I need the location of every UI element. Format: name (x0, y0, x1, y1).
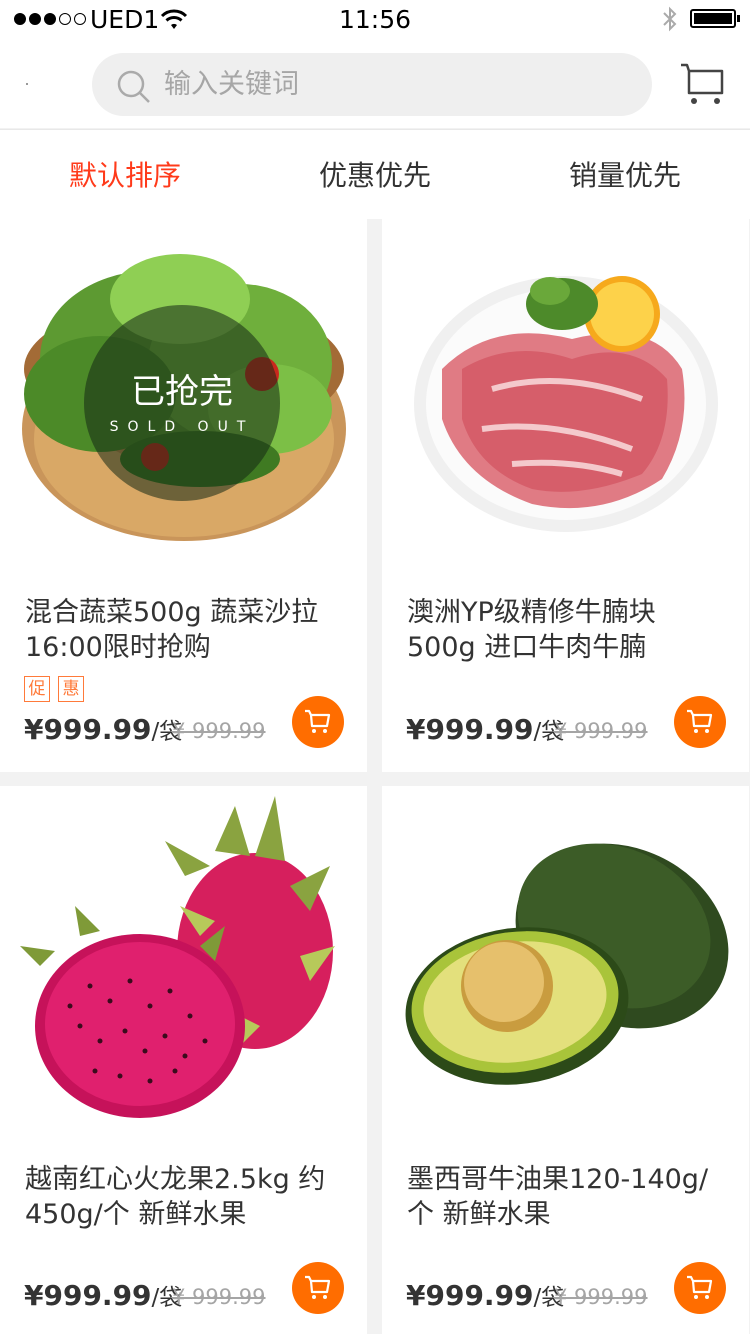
cart-icon (305, 709, 331, 733)
dragon-fruit-image (20, 796, 335, 1118)
add-to-cart-button[interactable] (674, 1262, 726, 1314)
product-price: ¥999.99/袋 (406, 1278, 564, 1312)
price-value: ¥999.99 (406, 1279, 534, 1312)
product-title: 混合蔬菜500g 蔬菜沙拉 16:00限时抢购 (25, 597, 319, 663)
product-title: 越南红心火龙果2.5kg 约450g/个 新鲜水果 (25, 1164, 326, 1230)
battery-icon (690, 9, 740, 28)
discount-tag: 惠 (58, 676, 84, 702)
cart-icon[interactable] (679, 62, 725, 106)
promo-tag: 促 (24, 676, 50, 702)
product-title: 墨西哥牛油果120-140g/个 新鲜水果 (407, 1164, 709, 1230)
cart-icon (687, 1275, 713, 1299)
cart-icon (305, 1275, 331, 1299)
cart-icon (687, 709, 713, 733)
back-button[interactable] (26, 83, 28, 85)
status-time: 11:56 (338, 5, 412, 34)
add-to-cart-button[interactable] (674, 696, 726, 748)
original-price: ¥ 999.99 (554, 719, 648, 743)
sold-out-badge: 已抢完 SOLD OUT (84, 305, 280, 501)
add-to-cart-button[interactable] (292, 1262, 344, 1314)
bluetooth-icon (663, 6, 677, 32)
product-card[interactable]: 墨西哥牛油果120-140g/个 新鲜水果 ¥999.99/袋 ¥ 999.99 (382, 786, 749, 1334)
search-icon (117, 70, 150, 103)
sold-out-subtitle: SOLD OUT (109, 419, 255, 435)
product-title: 澳洲YP级精修牛腩块 500g 进口牛肉牛腩 (407, 597, 656, 663)
original-price: ¥ 999.99 (172, 719, 266, 743)
original-price: ¥ 999.99 (172, 1285, 266, 1309)
product-price: ¥999.99/袋 (24, 712, 182, 746)
product-price: ¥999.99/袋 (406, 712, 564, 746)
original-price: ¥ 999.99 (554, 1285, 648, 1309)
tab-default-sort[interactable]: 默认排序 (0, 154, 250, 194)
beef-plate-image (414, 276, 718, 532)
product-card[interactable]: 澳洲YP级精修牛腩块 500g 进口牛肉牛腩 ¥999.99/袋 ¥ 999.9… (382, 219, 749, 772)
tab-discount-first[interactable]: 优惠优先 (250, 154, 500, 194)
status-bar: UED1 11:56 (0, 0, 750, 40)
product-tags: 促 惠 (24, 676, 84, 702)
sort-tabs: 默认排序 优惠优先 销量优先 (0, 129, 750, 219)
search-input[interactable] (164, 62, 624, 106)
add-to-cart-button[interactable] (292, 696, 344, 748)
price-value: ¥999.99 (24, 713, 152, 746)
avocado-image (405, 843, 729, 1085)
price-value: ¥999.99 (24, 1279, 152, 1312)
product-card[interactable]: 越南红心火龙果2.5kg 约450g/个 新鲜水果 ¥999.99/袋 ¥ 99… (0, 786, 367, 1334)
product-card[interactable]: 已抢完 SOLD OUT 混合蔬菜500g 蔬菜沙拉 16:00限时抢购 促 惠… (0, 219, 367, 772)
price-value: ¥999.99 (406, 713, 534, 746)
product-price: ¥999.99/袋 (24, 1278, 182, 1312)
search-bar[interactable] (92, 53, 652, 116)
sold-out-title: 已抢完 (131, 372, 233, 412)
tab-sales-first[interactable]: 销量优先 (500, 154, 750, 194)
header (0, 40, 750, 128)
